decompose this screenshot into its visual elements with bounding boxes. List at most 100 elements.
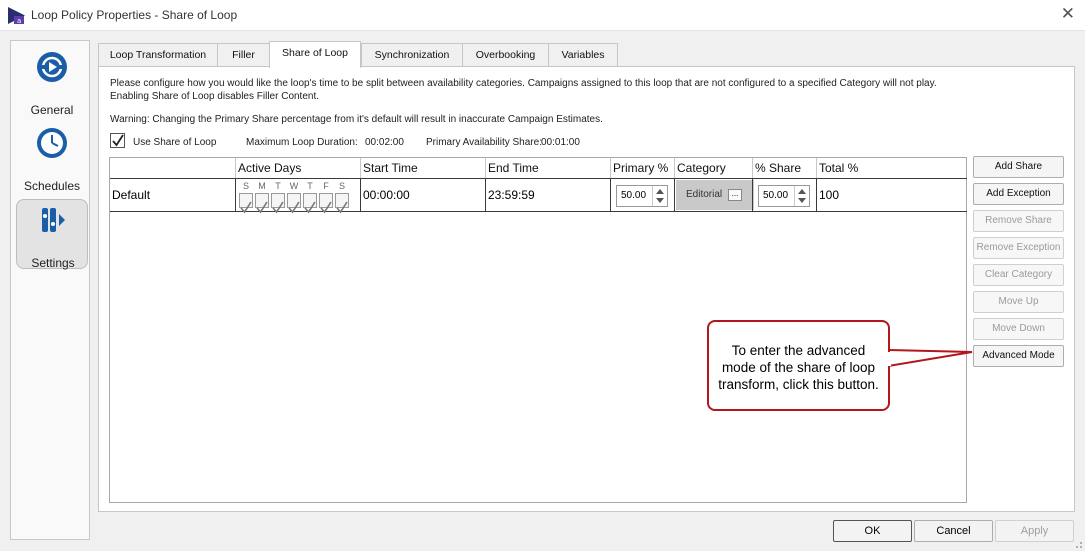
cancel-button[interactable]: Cancel [914, 520, 993, 542]
callout-line-1: To enter the advanced [731, 343, 866, 358]
app-logo-icon: a [8, 7, 25, 24]
share-pct-cell: 50.00 [752, 179, 816, 211]
checkmark-icon [304, 201, 316, 214]
checkmark-icon [336, 201, 348, 214]
tab-filler[interactable]: Filler [217, 43, 270, 67]
tab-label: Overbooking [475, 49, 536, 61]
chevron-down-icon[interactable] [798, 198, 806, 203]
active-days-cell: S M T W T F S [235, 179, 360, 214]
svg-text:a: a [17, 17, 21, 24]
max-loop-duration-label: Maximum Loop Duration: [246, 137, 358, 148]
column-header-share-pct[interactable]: % Share [752, 158, 816, 178]
chevron-up-icon[interactable] [656, 189, 664, 194]
tab-label: Variables [561, 49, 605, 61]
day-label-sun: S [242, 181, 249, 191]
checkmark-icon [288, 201, 300, 214]
tab-label: Synchronization [374, 49, 450, 61]
column-header-end-time[interactable]: End Time [485, 158, 610, 178]
add-exception-button[interactable]: Add Exception [973, 183, 1064, 205]
primary-share-value: 00:01:00 [541, 137, 580, 148]
use-share-of-loop-label: Use Share of Loop [133, 137, 217, 148]
category-cell: Editorial ... [674, 179, 754, 211]
apply-button[interactable]: Apply [995, 520, 1074, 542]
checkmark-icon [256, 201, 268, 214]
callout-line-2: mode of the share of loop [721, 360, 876, 375]
tab-overbooking[interactable]: Overbooking [462, 43, 549, 67]
callout-join-mask [885, 352, 891, 366]
day-checkbox-thu[interactable] [303, 193, 317, 214]
max-loop-duration-value: 00:02:00 [365, 137, 404, 148]
stepper-arrows[interactable] [652, 186, 667, 206]
column-header-category[interactable]: Category [674, 158, 752, 178]
primary-pct-cell: 50.00 [610, 179, 674, 211]
callout-annotation: To enter the advanced mode of the share … [707, 320, 890, 411]
day-checkbox-sun[interactable] [239, 193, 253, 214]
day-checkbox-mon[interactable] [255, 193, 269, 214]
window-title: Loop Policy Properties - Share of Loop [31, 8, 238, 22]
remove-exception-button[interactable]: Remove Exception [973, 237, 1064, 259]
day-checkbox-tue[interactable] [271, 193, 285, 214]
add-share-button[interactable]: Add Share [973, 156, 1064, 178]
checkmark-icon [112, 134, 124, 147]
share-pct-stepper[interactable]: 50.00 [758, 185, 810, 207]
tab-label: Share of Loop [282, 47, 348, 59]
settings-icon [42, 208, 65, 232]
primary-pct-stepper[interactable]: 50.00 [616, 185, 668, 207]
move-down-button[interactable]: Move Down [973, 318, 1064, 340]
sidebar: General Schedules Settings [10, 40, 90, 540]
day-checkbox-wed[interactable] [287, 193, 301, 214]
tab-label: Filler [232, 49, 255, 61]
advanced-mode-button[interactable]: Advanced Mode [973, 345, 1064, 367]
tab-loop-transformation[interactable]: Loop Transformation [98, 43, 218, 67]
day-label-tue: T [275, 181, 281, 191]
column-header-primary-pct[interactable]: Primary % [610, 158, 674, 178]
chevron-down-icon[interactable] [656, 198, 664, 203]
play-circle-icon [37, 52, 67, 82]
sidebar-item-label: General [30, 103, 74, 117]
checkmark-icon [320, 201, 332, 214]
use-share-of-loop-checkbox[interactable] [110, 133, 125, 148]
column-header-active-days[interactable]: Active Days [235, 158, 360, 178]
info-text-line-2: Enabling Share of Loop disables Filler C… [110, 91, 320, 102]
day-label-fri: F [323, 181, 329, 191]
end-time-cell[interactable]: 23:59:59 [485, 179, 610, 211]
start-time-cell[interactable]: 00:00:00 [360, 179, 485, 211]
clock-icon [37, 128, 67, 158]
stepper-arrows[interactable] [794, 186, 809, 206]
day-label-sat: S [338, 181, 345, 191]
info-text-line-1: Please configure how you would like the … [110, 78, 937, 89]
sidebar-item-general[interactable]: General [16, 47, 88, 117]
tab-label: Loop Transformation [109, 49, 207, 61]
column-header-start-time[interactable]: Start Time [360, 158, 485, 178]
sidebar-item-settings[interactable]: Settings [16, 199, 88, 270]
day-label-thu: T [307, 181, 313, 191]
chevron-up-icon[interactable] [798, 189, 806, 194]
resize-grip-icon[interactable] [1073, 539, 1083, 549]
sidebar-item-label: Settings [31, 256, 75, 270]
table-row[interactable]: Default S M T W T F S 00:00:00 23:59:59 [110, 178, 967, 214]
checkmark-icon [272, 201, 284, 214]
close-icon[interactable]: ✕ [1061, 4, 1075, 24]
tab-synchronization[interactable]: Synchronization [361, 43, 463, 67]
share-pct-value: 50.00 [763, 190, 789, 201]
primary-pct-value: 50.00 [621, 190, 647, 201]
sidebar-item-label: Schedules [23, 179, 81, 193]
share-of-loop-panel: Please configure how you would like the … [98, 66, 1075, 512]
day-checkbox-sat[interactable] [335, 193, 349, 214]
total-pct-cell: 100 [816, 179, 967, 211]
move-up-button[interactable]: Move Up [973, 291, 1064, 313]
day-checkbox-fri[interactable] [319, 193, 333, 214]
tab-share-of-loop[interactable]: Share of Loop [269, 41, 361, 68]
ok-button[interactable]: OK [833, 520, 912, 542]
sidebar-item-schedules[interactable]: Schedules [16, 123, 88, 193]
primary-share-label: Primary Availability Share: [426, 137, 542, 148]
title-bar: a Loop Policy Properties - Share of Loop… [0, 0, 1085, 31]
category-value: Editorial [686, 189, 723, 200]
tab-variables[interactable]: Variables [548, 43, 618, 67]
column-header-total-pct[interactable]: Total % [816, 158, 967, 178]
category-browse-button[interactable]: ... [728, 189, 742, 201]
remove-share-button[interactable]: Remove Share [973, 210, 1064, 232]
day-label-wed: W [289, 181, 299, 191]
row-name-cell: Default [112, 188, 151, 202]
clear-category-button[interactable]: Clear Category [973, 264, 1064, 286]
